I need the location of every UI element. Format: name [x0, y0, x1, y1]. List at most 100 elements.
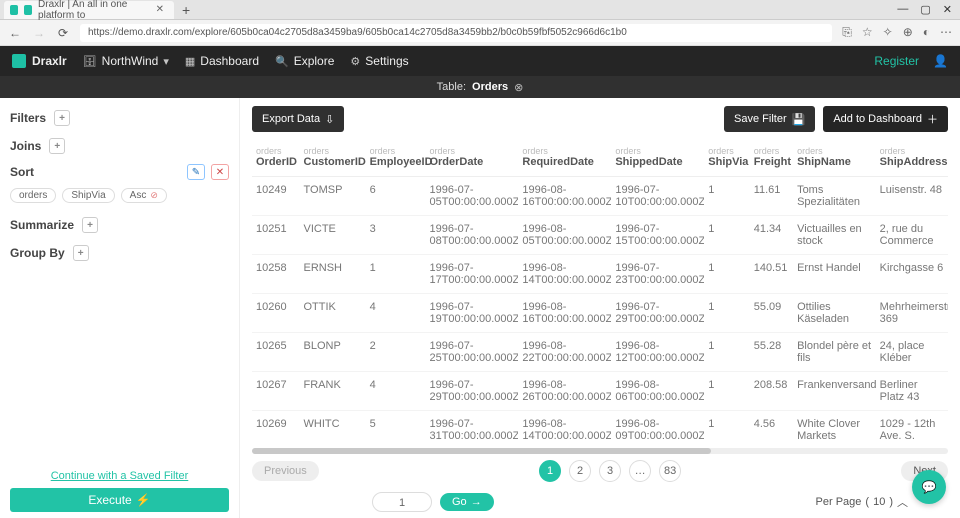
table-row[interactable]: 10260OTTIK41996-07-19T00:00:00.000Z1996-…	[252, 294, 948, 333]
clear-table-icon[interactable]: ⊗	[514, 81, 523, 94]
table-cell: 1996-07-08T00:00:00.000Z	[425, 216, 518, 255]
favorite-icon[interactable]: ☆	[862, 25, 873, 40]
remove-sort-icon[interactable]: ⊘	[150, 190, 158, 201]
add-groupby-button[interactable]: +	[73, 245, 89, 261]
sort-chip-dir[interactable]: Asc⊘	[121, 188, 167, 203]
table-row[interactable]: 10251VICTE31996-07-08T00:00:00.000Z1996-…	[252, 216, 948, 255]
table-cell: 4.56	[750, 411, 793, 447]
column-header[interactable]: ordersShipVia	[704, 140, 749, 177]
horizontal-scrollbar[interactable]	[252, 448, 948, 454]
add-to-dashboard-button[interactable]: Add to Dashboard＋	[823, 106, 948, 132]
nav-settings[interactable]: ⚙ Settings	[350, 54, 408, 68]
bolt-icon: ⚡	[136, 493, 151, 507]
column-header[interactable]: ordersOrderID	[252, 140, 300, 177]
table-cell: 4	[366, 294, 426, 333]
sort-chips: orders ShipVia Asc⊘	[10, 188, 229, 203]
pagination-row: Previous 123…83 Next	[240, 454, 960, 488]
brand-name: Draxlr	[32, 54, 67, 68]
register-link[interactable]: Register	[874, 54, 919, 68]
column-header[interactable]: ordersShippedDate	[611, 140, 704, 177]
go-button[interactable]: Go→	[440, 493, 494, 511]
add-filter-button[interactable]: +	[54, 110, 70, 126]
table-cell: 2, rue du Commerce	[876, 216, 948, 255]
column-header[interactable]: ordersRequiredDate	[518, 140, 611, 177]
table-row[interactable]: 10267FRANK41996-07-29T00:00:00.000Z1996-…	[252, 372, 948, 411]
table-cell: 11.61	[750, 177, 793, 216]
browser-address-bar: ← → ⟳ https://demo.draxlr.com/explore/60…	[0, 20, 960, 46]
app-navbar: Draxlr 🗄 NorthWind ▾ ▦ Dashboard 🔍 Explo…	[0, 46, 960, 76]
column-header[interactable]: ordersEmployeeID	[366, 140, 426, 177]
joins-section: Joins +	[10, 132, 229, 160]
nav-explore[interactable]: 🔍 Explore	[275, 54, 334, 68]
page-number-button[interactable]: 2	[569, 460, 591, 482]
table-cell: BLONP	[300, 333, 366, 372]
sort-delete-button[interactable]: ✕	[211, 164, 229, 180]
column-header[interactable]: ordersShipName	[793, 140, 876, 177]
table-cell: 1	[704, 333, 749, 372]
nav-back-icon[interactable]: ←	[8, 26, 22, 40]
browser-tab[interactable]: Draxlr | An all in one platform to ✕	[4, 1, 174, 19]
saved-filter-link[interactable]: Continue with a Saved Filter	[10, 470, 229, 482]
dashboard-icon: ▦	[185, 55, 195, 68]
table-cell: 1996-08-16T00:00:00.000Z	[518, 177, 611, 216]
plus-icon: ＋	[927, 111, 938, 127]
column-header[interactable]: ordersOrderDate	[425, 140, 518, 177]
table-cell: 10269	[252, 411, 300, 447]
table-row[interactable]: 10269WHITC51996-07-31T00:00:00.000Z1996-…	[252, 411, 948, 447]
page-input[interactable]: 1	[372, 492, 432, 512]
sort-edit-button[interactable]: ✎	[187, 164, 205, 180]
chat-widget[interactable]: 💬	[912, 470, 946, 504]
sort-chip-table[interactable]: orders	[10, 188, 56, 203]
db-selector[interactable]: 🗄 NorthWind ▾	[83, 54, 169, 68]
tab-title: Draxlr | An all in one platform to	[38, 0, 150, 21]
column-header[interactable]: ordersFreight	[750, 140, 793, 177]
page-number-button[interactable]: …	[629, 460, 651, 482]
page-number-button[interactable]: 83	[659, 460, 681, 482]
window-minimize-button[interactable]: —	[897, 3, 908, 16]
sort-chip-column[interactable]: ShipVia	[62, 188, 114, 203]
profile-icon[interactable]: ◐	[923, 25, 930, 40]
nav-reload-icon[interactable]: ⟳	[56, 26, 70, 40]
table-row[interactable]: 10249TOMSP61996-07-05T00:00:00.000Z1996-…	[252, 177, 948, 216]
extension-icon[interactable]: ⊕	[903, 25, 913, 40]
table-cell: 10265	[252, 333, 300, 372]
table-row[interactable]: 10265BLONP21996-07-25T00:00:00.000Z1996-…	[252, 333, 948, 372]
url-field[interactable]: https://demo.draxlr.com/explore/605b0ca0…	[80, 24, 832, 42]
table-cell: 1996-07-29T00:00:00.000Z	[425, 372, 518, 411]
table-cell: 1996-07-05T00:00:00.000Z	[425, 177, 518, 216]
nav-dashboard[interactable]: ▦ Dashboard	[185, 54, 259, 68]
table-cell: 1996-08-06T00:00:00.000Z	[611, 372, 704, 411]
column-header[interactable]: ordersCustomerID	[300, 140, 366, 177]
new-tab-button[interactable]: +	[174, 1, 198, 19]
browser-titlebar: Draxlr | An all in one platform to ✕ + —…	[0, 0, 960, 20]
table-cell: Frankenversand	[793, 372, 876, 411]
export-data-button[interactable]: Export Data⇩	[252, 106, 344, 132]
execute-button[interactable]: Execute⚡	[10, 488, 229, 512]
table-cell: 41.34	[750, 216, 793, 255]
table-cell: 10258	[252, 255, 300, 294]
window-close-button[interactable]: ✕	[943, 3, 952, 16]
column-header[interactable]: ordersShipAddress	[876, 140, 948, 177]
table-cell: Kirchgasse 6	[876, 255, 948, 294]
user-icon[interactable]: 👤	[933, 54, 948, 68]
previous-page-button[interactable]: Previous	[252, 461, 319, 481]
add-summarize-button[interactable]: +	[82, 217, 98, 233]
more-icon[interactable]: ⋯	[940, 25, 952, 40]
table-cell: 1996-08-16T00:00:00.000Z	[518, 294, 611, 333]
per-page-selector[interactable]: Per Page (10) ︿	[816, 494, 908, 510]
save-filter-button[interactable]: Save Filter💾	[724, 106, 815, 132]
filters-section: Filters +	[10, 104, 229, 132]
table-cell: 24, place Kléber	[876, 333, 948, 372]
add-join-button[interactable]: +	[49, 138, 65, 154]
page-number-button[interactable]: 3	[599, 460, 621, 482]
reader-icon[interactable]: ⎘	[842, 25, 852, 40]
table-row[interactable]: 10258ERNSH11996-07-17T00:00:00.000Z1996-…	[252, 255, 948, 294]
results-table-wrapper[interactable]: ordersOrderIDordersCustomerIDordersEmplo…	[240, 140, 960, 446]
page-number-button[interactable]: 1	[539, 460, 561, 482]
collections-icon[interactable]: ✧	[883, 25, 893, 40]
brand-logo[interactable]: Draxlr	[12, 54, 67, 68]
tab-close-icon[interactable]: ✕	[156, 4, 164, 15]
chevron-down-icon: ▾	[163, 55, 169, 68]
window-maximize-button[interactable]: ▢	[920, 3, 930, 16]
tab-generic-icon	[10, 5, 18, 15]
